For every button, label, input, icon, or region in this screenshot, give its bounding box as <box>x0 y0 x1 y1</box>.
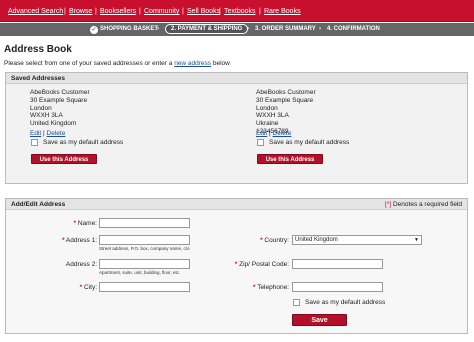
saved-address-1: AbeBooks Customer 30 Example Square Lond… <box>30 89 90 128</box>
name-label-text: Name: <box>77 220 97 227</box>
address2-label: Address 2: <box>66 261 97 268</box>
save-button[interactable]: Save <box>292 314 347 326</box>
delete-address-1-link[interactable]: Delete <box>47 130 66 137</box>
nav-sell-books[interactable]: Sell Books <box>187 8 220 15</box>
address-line: WXXH 3LA <box>30 112 63 120</box>
nav-community[interactable]: Community <box>144 8 179 15</box>
step-arrow-icon: › <box>247 26 249 32</box>
address-line: London <box>256 104 278 112</box>
step-shopping-basket[interactable]: SHOPPING BASKET <box>100 26 158 32</box>
nav-advanced-search[interactable]: Advanced Search <box>8 8 63 15</box>
default-address-2-label: Save as my default address <box>269 139 350 146</box>
address-line: 30 Example Square <box>256 96 314 104</box>
chevron-down-icon: ▼ <box>414 237 419 243</box>
phone-label: * Telephone: <box>253 284 289 291</box>
required-note: [*] Denotes a required field <box>385 201 462 208</box>
saved-addresses-panel: Saved Addresses AbeBooks Customer 30 Exa… <box>5 72 468 184</box>
edit-address-panel: Add/Edit Address [*] Denotes a required … <box>5 198 468 334</box>
delete-address-2-link[interactable]: Delete <box>273 130 292 137</box>
required-star: * <box>234 261 238 268</box>
address-line: AbeBooks Customer <box>256 89 316 96</box>
name-input[interactable] <box>99 218 190 228</box>
link-separator: | <box>269 130 271 137</box>
address1-label: * Address 1: <box>62 237 97 244</box>
edit-address-title: Add/Edit Address <box>11 201 66 208</box>
saved-address-2: AbeBooks Customer 30 Example Square Lond… <box>256 89 316 136</box>
default-address-1-checkbox[interactable] <box>31 139 38 146</box>
nav-separator: | <box>64 8 66 15</box>
name-label: * Name: <box>74 220 98 227</box>
page-title: Address Book <box>4 44 72 55</box>
top-nav: Advanced Search | Browse | Booksellers |… <box>0 0 474 22</box>
check-icon: ✓ <box>90 26 98 34</box>
address-line: WXXH 3LA <box>256 112 289 120</box>
saved-addresses-heading: Saved Addresses <box>6 73 467 84</box>
address-line: 30 Example Square <box>30 96 88 104</box>
step-payment-shipping: 2. PAYMENT & SHIPPING <box>165 24 249 34</box>
phone-label-text: Telephone: <box>257 284 289 291</box>
default-address-checkbox[interactable] <box>293 299 300 306</box>
address2-hint: Apartment, suite, unit, building, floor,… <box>99 270 181 275</box>
required-star: * <box>79 284 83 291</box>
required-star: * <box>61 237 65 244</box>
default-address-1-label: Save as my default address <box>43 139 124 146</box>
use-address-2-button[interactable]: Use this Address <box>257 154 323 164</box>
address-line: AbeBooks Customer <box>30 89 90 96</box>
required-star: * <box>73 220 77 227</box>
nav-browse[interactable]: Browse <box>69 8 92 15</box>
step-order-summary: 3. ORDER SUMMARY <box>255 26 316 32</box>
nav-separator: | <box>95 8 97 15</box>
nav-separator: | <box>259 8 261 15</box>
address1-input[interactable] <box>99 235 190 245</box>
required-star: * <box>260 237 263 244</box>
use-address-1-button[interactable]: Use this Address <box>31 154 97 164</box>
zip-label: * Zip/ Postal Code: <box>235 261 289 268</box>
nav-booksellers[interactable]: Booksellers <box>100 8 136 15</box>
nav-separator: | <box>139 8 141 15</box>
nav-rare-books[interactable]: Rare Books <box>264 8 301 15</box>
address-line: Ukraine <box>256 120 279 128</box>
zip-input[interactable] <box>292 259 383 269</box>
nav-separator: | <box>182 8 184 15</box>
intro-text-after: below <box>211 60 230 67</box>
step-arrow-icon: › <box>319 26 321 32</box>
city-label-text: City: <box>84 284 97 291</box>
city-label: * City: <box>80 284 97 291</box>
country-selected-value: United Kingdom <box>295 237 338 243</box>
address2-label-text: Address 2: <box>65 261 97 268</box>
country-select[interactable]: United Kingdom ▼ <box>292 235 422 245</box>
default-address-label: Save as my default address <box>305 299 386 306</box>
nav-separator: | <box>219 8 221 15</box>
edit-address-2-link[interactable]: Edit <box>256 130 267 137</box>
address1-label-text: Address 1: <box>65 237 97 244</box>
checkout-steps: ✓ SHOPPING BASKET › 2. PAYMENT & SHIPPIN… <box>0 23 474 36</box>
phone-input[interactable] <box>292 282 383 292</box>
country-label-text: Country: <box>264 237 289 244</box>
address-1-actions: Edit | Delete <box>30 130 65 137</box>
address-2-actions: Edit | Delete <box>256 130 291 137</box>
intro-text: Please select from one of your saved add… <box>4 60 230 67</box>
city-input[interactable] <box>99 282 190 292</box>
link-separator: | <box>43 130 45 137</box>
required-star: * <box>252 284 256 291</box>
step-arrow-icon: › <box>157 26 159 32</box>
address1-hint: Street address, P.O. box, company name, … <box>99 246 190 251</box>
address-line: London <box>30 104 52 112</box>
address-line: United Kingdom <box>30 120 77 128</box>
edit-address-heading: Add/Edit Address [*] Denotes a required … <box>6 199 467 210</box>
country-label: * Country: <box>260 237 289 244</box>
step-confirmation: 4. CONFIRMATION <box>327 26 380 32</box>
required-note-text: Denotes a required field <box>391 201 462 208</box>
intro-text-before: Please select from one of your saved add… <box>4 60 175 67</box>
new-address-link[interactable]: new address <box>174 60 211 67</box>
edit-address-1-link[interactable]: Edit <box>30 130 41 137</box>
default-address-2-checkbox[interactable] <box>257 139 264 146</box>
nav-textbooks[interactable]: Textbooks <box>224 8 256 15</box>
zip-label-text: Zip/ Postal Code: <box>239 261 289 268</box>
address2-input[interactable] <box>99 259 190 269</box>
